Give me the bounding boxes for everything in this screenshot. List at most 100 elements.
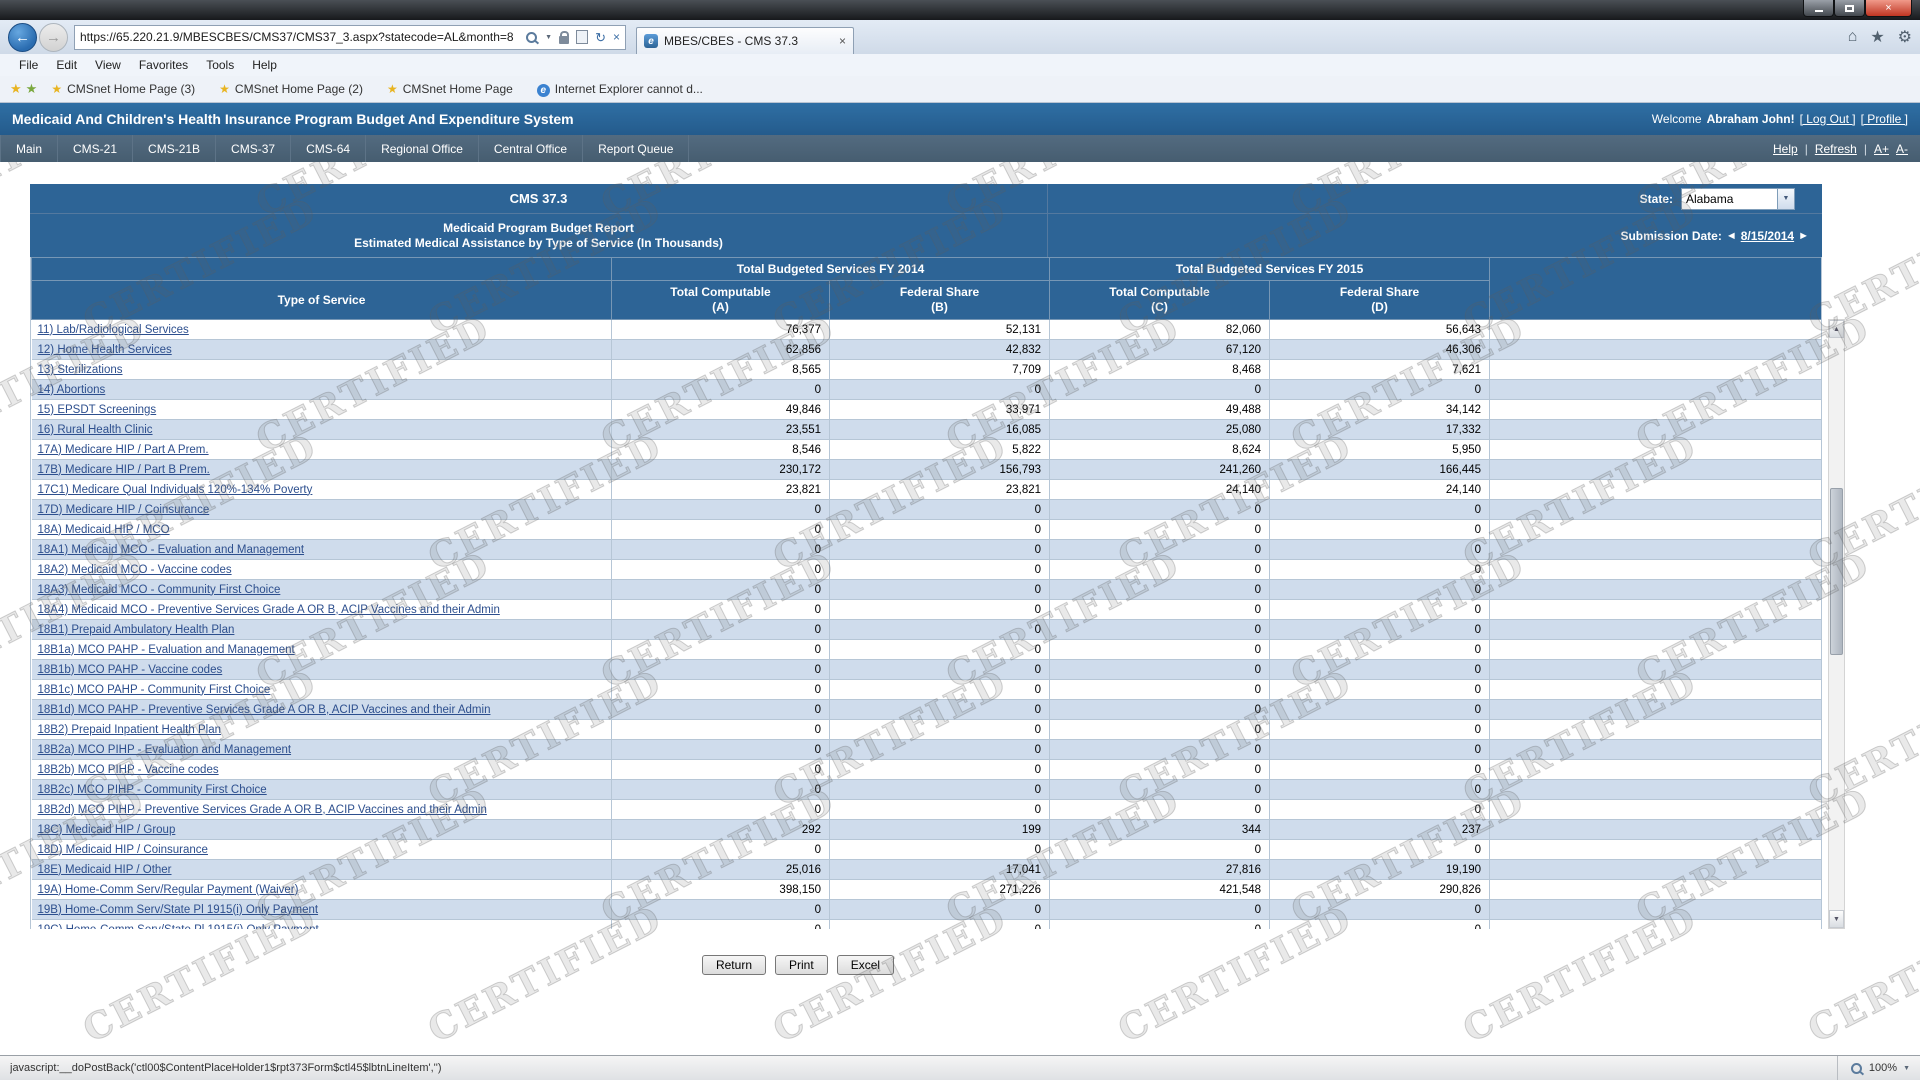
browser-forward-button[interactable]: → [39, 23, 68, 52]
service-link[interactable]: 18A1) Medicaid MCO - Evaluation and Mana… [38, 544, 305, 556]
cell-total-computable-c: 82,060 [1050, 320, 1270, 340]
state-select[interactable]: Alabama ▼ [1681, 188, 1795, 210]
type-of-service-group-spacer [32, 258, 612, 281]
service-link[interactable]: 18B1a) MCO PAHP - Evaluation and Managem… [38, 644, 295, 656]
favorite-item[interactable]: CMSnet Home Page (2) [209, 82, 373, 96]
service-link[interactable]: 18A4) Medicaid MCO - Preventive Services… [38, 604, 500, 616]
service-link[interactable]: 19A) Home-Comm Serv/Regular Payment (Wai… [38, 884, 299, 896]
select-dropdown-icon[interactable]: ▼ [1777, 189, 1794, 209]
window-close-button[interactable]: × [1865, 0, 1912, 17]
refresh-link[interactable]: Refresh [1815, 142, 1857, 156]
service-link[interactable]: 12) Home Health Services [38, 344, 172, 356]
url-text[interactable]: https://65.220.21.9/MBESCBES/CMS37/CMS37… [80, 30, 525, 44]
scrollbar-thumb[interactable] [1830, 488, 1843, 655]
service-link[interactable]: 18A2) Medicaid MCO - Vaccine codes [38, 564, 232, 576]
service-link[interactable]: 18B1b) MCO PAHP - Vaccine codes [38, 664, 223, 676]
menu-item[interactable]: Tools [197, 56, 243, 74]
nav-tab[interactable]: CMS-21 [58, 135, 133, 162]
favorites-add-star-icon[interactable]: ★ [10, 81, 22, 97]
cell-federal-share-b: 0 [830, 500, 1050, 520]
nav-tab[interactable]: CMS-21B [133, 135, 216, 162]
service-link[interactable]: 17B) Medicare HIP / Part B Prem. [38, 464, 210, 476]
service-link[interactable]: 18A3) Medicaid MCO - Community First Cho… [38, 584, 281, 596]
service-link[interactable]: 14) Abortions [38, 384, 106, 396]
menu-item[interactable]: View [86, 56, 130, 74]
scroll-down-icon[interactable]: ▼ [1829, 910, 1844, 928]
zoom-control[interactable]: 100% ▼ [1837, 1056, 1910, 1080]
submission-date-link[interactable]: 8/15/2014 [1741, 229, 1794, 243]
favorite-item[interactable]: Internet Explorer cannot d... [527, 82, 713, 97]
cell-total-computable-a: 0 [612, 640, 830, 660]
service-link[interactable]: 18B1d) MCO PAHP - Preventive Services Gr… [38, 704, 491, 716]
service-link[interactable]: 17C1) Medicare Qual Individuals 120%-134… [38, 484, 313, 496]
scroll-up-icon[interactable]: ▲ [1829, 320, 1844, 338]
next-date-icon[interactable]: ► [1798, 230, 1809, 242]
service-link[interactable]: 18B2c) MCO PIHP - Community First Choice [38, 784, 267, 796]
service-link[interactable]: 19B) Home-Comm Serv/State Pl 1915(i) Onl… [38, 904, 319, 916]
browser-back-button[interactable]: ← [8, 23, 37, 52]
service-link[interactable]: 11) Lab/Radiological Services [38, 324, 189, 336]
service-link[interactable]: 17D) Medicare HIP / Coinsurance [38, 504, 210, 516]
compatibility-view-icon[interactable] [576, 30, 588, 44]
help-link[interactable]: Help [1773, 142, 1798, 156]
font-increase-link[interactable]: A+ [1874, 142, 1889, 156]
profile-link[interactable]: [ Profile ] [1861, 112, 1908, 126]
browser-tab[interactable]: MBES/CBES - CMS 37.3 × [636, 27, 854, 54]
service-link[interactable]: 18B2b) MCO PIHP - Vaccine codes [38, 764, 219, 776]
settings-gear-icon[interactable]: ⚙ [1898, 27, 1912, 47]
font-decrease-link[interactable]: A- [1896, 142, 1908, 156]
tab-close-icon[interactable]: × [839, 34, 846, 48]
service-link[interactable]: 13) Sterilizations [38, 364, 123, 376]
address-dropdown-icon[interactable]: ▼ [545, 34, 552, 41]
menu-item[interactable]: Help [243, 56, 286, 74]
favorites-bar-star-icon[interactable]: ★ [26, 81, 38, 97]
service-link[interactable]: 16) Rural Health Clinic [38, 424, 153, 436]
service-link[interactable]: 15) EPSDT Screenings [38, 404, 157, 416]
service-link[interactable]: 18B2a) MCO PIHP - Evaluation and Managem… [38, 744, 292, 756]
logout-link[interactable]: [ Log Out ] [1800, 112, 1856, 126]
service-link[interactable]: 18A) Medicaid HIP / MCO [38, 524, 170, 536]
menu-item[interactable]: File [10, 56, 47, 74]
nav-tab[interactable]: Report Queue [583, 135, 689, 162]
nav-tab[interactable]: CMS-37 [216, 135, 291, 162]
address-bar[interactable]: https://65.220.21.9/MBESCBES/CMS37/CMS37… [74, 25, 626, 50]
nav-tab[interactable]: Regional Office [366, 135, 479, 162]
menu-item[interactable]: Edit [47, 56, 86, 74]
excel-button[interactable]: Excel [837, 955, 894, 975]
refresh-icon[interactable]: ↻ [595, 31, 606, 44]
cell-federal-share-b: 0 [830, 740, 1050, 760]
table-row: 18A2) Medicaid MCO - Vaccine codes 0 0 0… [32, 560, 1823, 580]
favorite-item[interactable]: CMSnet Home Page (3) [41, 82, 205, 96]
service-link[interactable]: 18B1) Prepaid Ambulatory Health Plan [38, 624, 235, 636]
service-link[interactable]: 17A) Medicare HIP / Part A Prem. [38, 444, 209, 456]
table-scrollbar[interactable]: ▲ ▼ [1828, 319, 1845, 929]
table-row: 18B2b) MCO PIHP - Vaccine codes 0 0 0 0 [32, 760, 1823, 780]
table-row: 18A4) Medicaid MCO - Preventive Services… [32, 600, 1823, 620]
cell-federal-share-b: 52,131 [830, 320, 1050, 340]
stop-icon[interactable]: × [613, 31, 620, 43]
home-icon[interactable]: ⌂ [1848, 28, 1858, 46]
nav-tab[interactable]: CMS-64 [291, 135, 366, 162]
service-link[interactable]: 18C) Medicaid HIP / Group [38, 824, 176, 836]
service-link[interactable]: 18D) Medicaid HIP / Coinsurance [38, 844, 208, 856]
service-link[interactable]: 19C) Home-Comm Serv/State Pl 1915(j) Onl… [38, 924, 319, 930]
search-icon[interactable] [525, 31, 538, 44]
service-link[interactable]: 18B2d) MCO PIHP - Preventive Services Gr… [38, 804, 487, 816]
service-link[interactable]: 18B1c) MCO PAHP - Community First Choice [38, 684, 271, 696]
return-button[interactable]: Return [702, 955, 766, 975]
print-button[interactable]: Print [775, 955, 828, 975]
favorite-item[interactable]: CMSnet Home Page [377, 82, 523, 96]
favorites-star-icon[interactable]: ★ [1870, 27, 1884, 47]
window-minimize-button[interactable] [1803, 0, 1834, 17]
column-header-total-computable-a: Total Computable(A) [612, 281, 830, 320]
window-maximize-button[interactable] [1834, 0, 1865, 17]
cell-total-computable-a: 0 [612, 780, 830, 800]
menu-item[interactable]: Favorites [130, 56, 197, 74]
nav-tab[interactable]: Main [0, 135, 58, 162]
service-link[interactable]: 18B2) Prepaid Inpatient Health Plan [38, 724, 221, 736]
service-link[interactable]: 18E) Medicaid HIP / Other [38, 864, 172, 876]
nav-tab[interactable]: Central Office [479, 135, 583, 162]
scrollbar-track[interactable] [1829, 338, 1844, 910]
zoom-dropdown-icon[interactable]: ▼ [1903, 1065, 1910, 1072]
previous-date-icon[interactable]: ◄ [1726, 230, 1737, 242]
